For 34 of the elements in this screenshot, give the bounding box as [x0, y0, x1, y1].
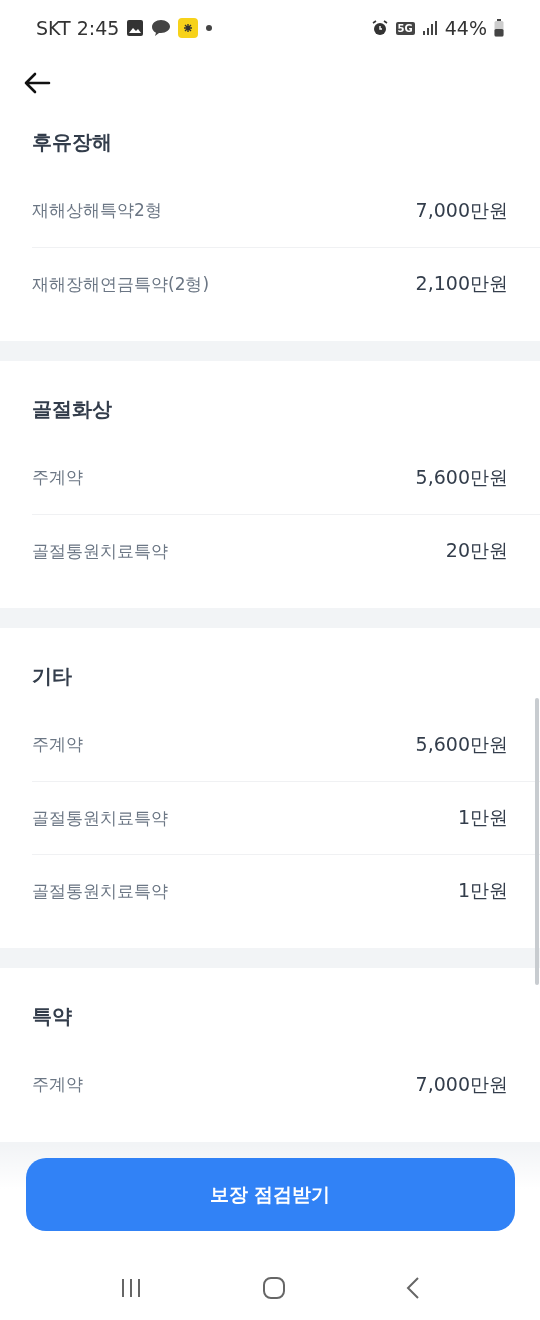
- section-title: 후유장해: [32, 129, 113, 156]
- section-title: 기타: [32, 663, 73, 690]
- dot-icon: [205, 24, 214, 32]
- coverage-amount: 1만원: [457, 878, 508, 903]
- chat-bubble-icon: [151, 19, 172, 37]
- coverage-amount: 20만원: [445, 538, 508, 563]
- coverage-label: 골절통원치료특약: [32, 879, 168, 903]
- alarm-icon: [370, 19, 389, 37]
- signal-icon: [421, 20, 438, 36]
- coverage-amount: 5,600만원: [415, 731, 508, 757]
- battery-icon: [494, 19, 504, 37]
- coverage-amount: 5,600만원: [415, 464, 508, 490]
- status-time: SKT 2:45: [36, 17, 120, 39]
- coverage-label: 주계약: [32, 1073, 83, 1096]
- coverage-label: 재해장해연금특약(2형): [32, 272, 210, 296]
- back-arrow-icon[interactable]: [22, 71, 52, 95]
- section-title: 특약: [32, 1003, 73, 1030]
- home-icon[interactable]: [262, 1276, 286, 1300]
- check-coverage-button[interactable]: 보장 점검받기: [25, 1158, 515, 1231]
- coverage-label: 골절통원치료특약: [32, 539, 168, 563]
- coverage-amount: 1만원: [457, 805, 508, 830]
- back-icon[interactable]: [404, 1276, 421, 1300]
- network-label: 5G: [395, 21, 415, 35]
- battery-percent: 44%: [444, 17, 487, 39]
- coverage-label: 재해상해특약2형: [32, 199, 162, 222]
- coverage-label: 골절통원치료특약: [32, 806, 168, 830]
- coverage-label: 주계약: [32, 466, 83, 489]
- coverage-label: 주계약: [32, 733, 83, 756]
- app-icon: [178, 18, 199, 38]
- section-title: 골절화상: [32, 396, 113, 423]
- coverage-amount: 2,100만원: [415, 271, 508, 296]
- coverage-amount: 7,000만원: [415, 197, 508, 223]
- gallery-icon: [126, 19, 145, 37]
- coverage-amount: 7,000만원: [415, 1071, 508, 1097]
